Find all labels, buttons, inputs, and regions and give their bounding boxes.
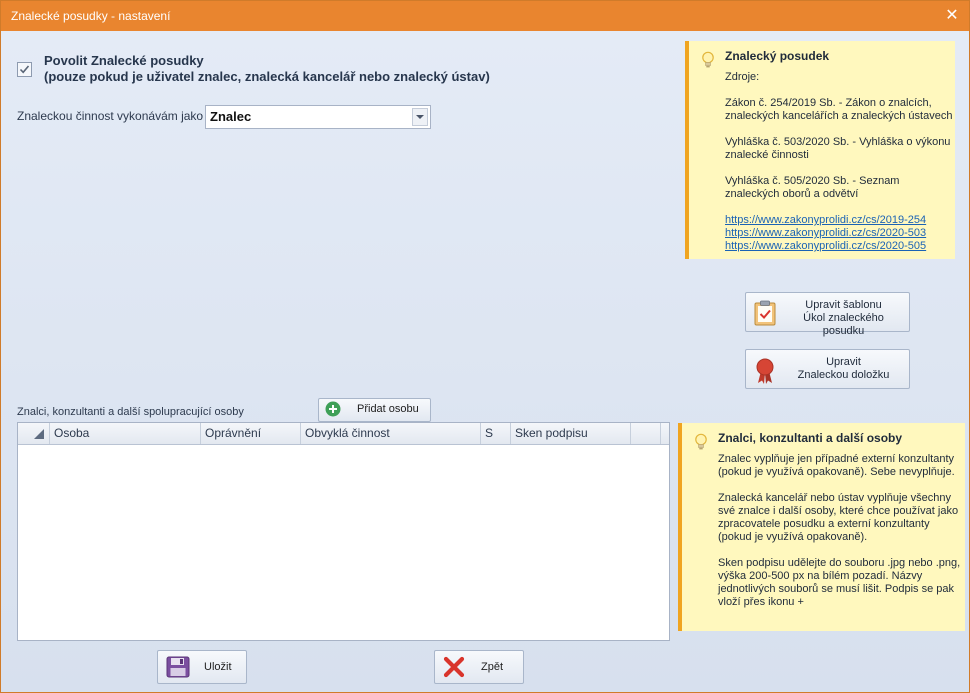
info-law-sources: Zdroje: [725, 71, 760, 83]
check-icon [19, 65, 30, 74]
close-x-icon [443, 656, 465, 678]
col-header-sken[interactable]: Sken podpisu [511, 423, 631, 444]
edit-clause-label-2: Znaleckou doložku [797, 369, 890, 381]
info-law-title: Znalecký posudek [725, 49, 830, 63]
law-link-2020-503[interactable]: https://www.zakonyprolidi.cz/cs/2020-503 [725, 227, 955, 240]
edit-template-label-1: Upravit šablonu [805, 299, 882, 311]
select-all-icon [34, 429, 44, 439]
save-label: Uložit [204, 661, 232, 673]
info-people-paragraph: Znalecká kancelář nebo ústav vyplňuje vš… [718, 492, 959, 543]
chevron-down-icon [416, 115, 424, 119]
floppy-disk-icon [166, 656, 190, 678]
info-panel-people: Znalci, konzultanti a další osoby Znalec… [678, 423, 965, 631]
info-people-body: Znalec vyplňuje jen případné externí kon… [718, 453, 963, 622]
lightbulb-icon [702, 51, 714, 68]
plus-circle-icon [325, 401, 341, 417]
role-label: Znaleckou činnost vykonávám jako [17, 109, 204, 123]
edit-template-label-2: Úkol znaleckého posudku [803, 312, 884, 337]
seal-icon [756, 358, 774, 384]
enable-label-line1: Povolit Znalecké posudky [44, 53, 204, 68]
grid-header: Osoba Oprávnění Obvyklá činnost S Sken p… [18, 423, 669, 445]
info-law-item: Vyhláška č. 505/2020 Sb. - Seznam znalec… [725, 175, 900, 200]
col-header-osoba[interactable]: Osoba [50, 423, 201, 444]
role-select[interactable]: Znalec [205, 105, 431, 129]
title-bar: Znalecké posudky - nastavení ✕ [1, 1, 969, 31]
add-person-button[interactable]: Přidat osobu [318, 398, 431, 422]
close-icon[interactable]: ✕ [941, 5, 963, 27]
settings-window: Znalecké posudky - nastavení ✕ Povolit Z… [0, 0, 970, 693]
info-people-paragraph: Znalec vyplňuje jen případné externí kon… [718, 453, 955, 478]
enable-label-line2: (pouze pokud je uživatel znalec, znaleck… [44, 69, 490, 84]
edit-clause-label-1: Upravit [826, 356, 861, 368]
clipboard-check-icon [754, 300, 776, 326]
info-law-item: Vyhláška č. 503/2020 Sb. - Vyhláška o vý… [725, 136, 951, 161]
info-people-paragraph: Sken podpisu udělejte do souboru .jpg ne… [718, 557, 961, 608]
people-section-label: Znalci, konzultanti a další spolupracují… [17, 406, 244, 418]
add-person-label: Přidat osobu [357, 403, 419, 415]
enable-checkbox[interactable] [17, 62, 32, 77]
col-header-opravneni[interactable]: Oprávnění [201, 423, 301, 444]
info-law-body: Zdroje: Zákon č. 254/2019 Sb. - Zákon o … [725, 71, 955, 253]
edit-template-button[interactable]: Upravit šablonu Úkol znaleckého posudku [745, 292, 910, 337]
save-button[interactable]: Uložit [157, 650, 247, 684]
col-header-s[interactable]: S [481, 423, 511, 444]
col-header-cinnost[interactable]: Obvyklá činnost [301, 423, 481, 444]
info-people-title: Znalci, konzultanti a další osoby [718, 431, 903, 445]
dialog-content: Povolit Znalecké posudky (pouze pokud je… [1, 31, 969, 692]
back-button[interactable]: Zpět [434, 650, 524, 684]
info-panel-law: Znalecký posudek Zdroje: Zákon č. 254/20… [685, 41, 955, 259]
lightbulb-icon [695, 433, 707, 450]
law-link-2019-254[interactable]: https://www.zakonyprolidi.cz/cs/2019-254 [725, 214, 955, 227]
edit-clause-button[interactable]: Upravit Znaleckou doložku [745, 349, 910, 389]
enable-label[interactable]: Povolit Znalecké posudky (pouze pokud je… [44, 53, 490, 85]
dropdown-button[interactable] [412, 108, 428, 126]
col-header-extra [631, 423, 661, 444]
role-select-value: Znalec [210, 109, 252, 124]
back-label: Zpět [481, 661, 504, 673]
grid-corner[interactable] [18, 423, 50, 444]
people-grid[interactable]: Osoba Oprávnění Obvyklá činnost S Sken p… [17, 422, 670, 641]
info-law-item: Zákon č. 254/2019 Sb. - Zákon o znalcích… [725, 97, 953, 122]
law-link-2020-505[interactable]: https://www.zakonyprolidi.cz/cs/2020-505 [725, 240, 955, 253]
window-title: Znalecké posudky - nastavení [11, 9, 171, 23]
